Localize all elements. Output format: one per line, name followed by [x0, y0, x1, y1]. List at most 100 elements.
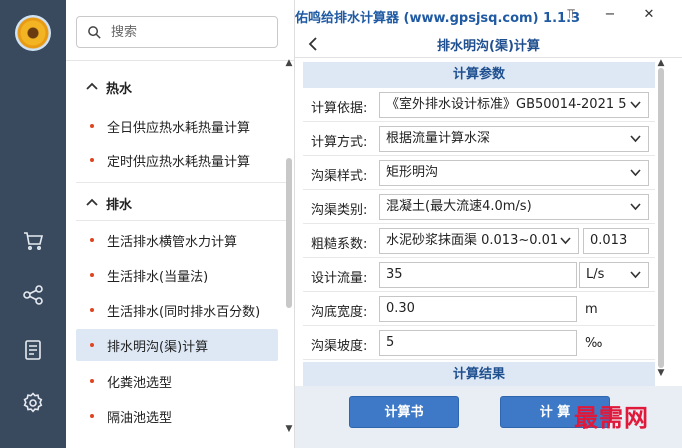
menu-item-label: 生活排水(当量法)	[107, 269, 209, 285]
menu-item-all-day-hot-water[interactable]: 全日供应热水耗热量计算	[76, 110, 278, 142]
menu-item-label: 全日供应热水耗热量计算	[107, 120, 251, 136]
nav-menu: 热水 全日供应热水耗热量计算 定时供应热水耗热量计算 排水 生活排水横管水力计算…	[66, 0, 295, 448]
menu-item-label: 化粪池选型	[107, 375, 173, 391]
document-icon[interactable]	[21, 338, 45, 362]
form-scrollbar[interactable]: ▲ ▼	[655, 58, 667, 378]
back-arrow-icon[interactable]	[307, 34, 325, 54]
bottom-width-input[interactable]: 0.30	[379, 296, 577, 322]
slope-unit: ‰	[585, 336, 603, 351]
chevron-down-icon	[630, 195, 642, 219]
report-button[interactable]: 计算书	[349, 396, 459, 428]
select-value: 水泥砂浆抹面渠 0.013~0.01	[386, 233, 559, 248]
chevron-down-icon	[630, 127, 642, 151]
chevron-down-icon	[630, 263, 642, 287]
bullet-dot	[90, 124, 94, 128]
scroll-down-arrow-icon[interactable]: ▼	[284, 424, 294, 434]
menu-item-grease-trap[interactable]: 隔油池选型	[76, 400, 278, 432]
menu-divider	[76, 220, 286, 221]
scroll-down-arrow-icon[interactable]: ▼	[655, 368, 667, 378]
scroll-up-arrow-icon[interactable]: ▲	[284, 58, 294, 68]
section-drainage[interactable]: 排水	[86, 192, 132, 214]
menu-item-label: 排水明沟(渠)计算	[107, 339, 209, 355]
scroll-up-arrow-icon[interactable]: ▲	[655, 58, 667, 68]
menu-item-timed-hot-water[interactable]: 定时供应热水耗热量计算	[76, 144, 278, 176]
bullet-dot	[90, 379, 94, 383]
menu-item-drainage-percentage[interactable]: 生活排水(同时排水百分数)	[76, 294, 278, 326]
menu-divider	[76, 182, 286, 183]
results-header: 计算结果	[303, 362, 655, 388]
close-button[interactable]: ✕	[639, 5, 659, 25]
search-input[interactable]	[111, 22, 271, 42]
roughness-select[interactable]: 水泥砂浆抹面渠 0.013~0.01	[379, 228, 579, 254]
field-label: 设计流量:	[311, 271, 368, 286]
basis-select[interactable]: 《室外排水设计标准》GB50014-2021 5	[379, 92, 649, 118]
row-style: 沟渠样式: 矩形明沟	[303, 156, 655, 190]
select-value: 混凝土(最大流速4.0m/s)	[386, 199, 532, 214]
select-value: 根据流量计算水深	[386, 131, 491, 146]
avatar[interactable]	[15, 15, 51, 51]
cart-icon[interactable]	[21, 228, 45, 252]
menu-item-label: 定时供应热水耗热量计算	[107, 154, 251, 170]
flow-unit-select[interactable]: L/s	[579, 262, 649, 288]
row-basis: 计算依据: 《室外排水设计标准》GB50014-2021 5	[303, 88, 655, 122]
row-method: 计算方式: 根据流量计算水深	[303, 122, 655, 156]
search-icon	[88, 26, 101, 39]
section-label: 热水	[106, 81, 133, 97]
row-slope: 沟渠坡度: 5 ‰	[303, 326, 655, 360]
menu-item-drainage-equivalent[interactable]: 生活排水(当量法)	[76, 259, 278, 291]
bullet-dot	[90, 238, 94, 242]
settings-icon[interactable]	[21, 391, 45, 415]
window-title: 佑鸣给排水计算器 (www.gpsjsq.com) 1.1.3	[295, 11, 581, 26]
menu-scrollbar[interactable]: ▲ ▼	[284, 58, 294, 436]
method-select[interactable]: 根据流量计算水深	[379, 126, 649, 152]
menu-item-septic-tank[interactable]: 化粪池选型	[76, 365, 278, 397]
row-flow: 设计流量: 35 L/s	[303, 258, 655, 292]
section-hot-water[interactable]: 热水	[86, 76, 132, 98]
section-label: 排水	[106, 197, 133, 213]
pin-button[interactable]: ⫪	[561, 5, 581, 25]
menu-separator	[66, 60, 294, 61]
field-label: 沟渠类别:	[311, 203, 368, 218]
menu-item-open-channel[interactable]: 排水明沟(渠)计算	[76, 329, 278, 361]
field-label: 沟渠坡度:	[311, 339, 368, 354]
slope-input[interactable]: 5	[379, 330, 577, 356]
minimize-button[interactable]: −	[600, 5, 620, 25]
search-box[interactable]	[76, 16, 278, 48]
menu-item-horizontal-drain-pipe[interactable]: 生活排水横管水力计算	[76, 224, 278, 256]
scroll-thumb[interactable]	[658, 68, 664, 368]
watermark: 最需网	[574, 403, 649, 432]
chevron-up-icon	[86, 197, 98, 209]
chevron-up-icon	[86, 81, 98, 93]
field-label: 粗糙系数:	[311, 237, 368, 252]
chevron-down-icon	[630, 161, 642, 185]
field-label: 计算依据:	[311, 101, 368, 116]
icon-rail	[0, 0, 66, 448]
bullet-dot	[90, 273, 94, 277]
roughness-input[interactable]: 0.013	[583, 228, 649, 254]
page-header: 排水明沟(渠)计算	[295, 30, 682, 58]
field-label: 沟底宽度:	[311, 305, 368, 320]
row-category: 沟渠类别: 混凝土(最大流速4.0m/s)	[303, 190, 655, 224]
bullet-dot	[90, 158, 94, 162]
select-value: 《室外排水设计标准》GB50014-2021 5	[386, 97, 627, 112]
flow-input[interactable]: 35	[379, 262, 577, 288]
width-unit: m	[585, 302, 598, 317]
bullet-dot	[90, 343, 94, 347]
bullet-dot	[90, 308, 94, 312]
menu-item-label: 生活排水横管水力计算	[107, 234, 238, 250]
field-label: 计算方式:	[311, 135, 368, 150]
select-value: 矩形明沟	[386, 165, 439, 180]
params-header: 计算参数	[303, 62, 655, 88]
scroll-thumb[interactable]	[286, 158, 292, 308]
channel-category-select[interactable]: 混凝土(最大流速4.0m/s)	[379, 194, 649, 220]
menu-item-label: 生活排水(同时排水百分数)	[107, 304, 261, 320]
calc-form: 计算参数 计算依据: 《室外排水设计标准》GB50014-2021 5 计算方式…	[303, 60, 655, 440]
page-title: 排水明沟(渠)计算	[437, 39, 540, 54]
chevron-down-icon	[630, 93, 642, 117]
bullet-dot	[90, 414, 94, 418]
share-icon[interactable]	[21, 283, 45, 307]
menu-item-label: 隔油池选型	[107, 410, 173, 426]
channel-style-select[interactable]: 矩形明沟	[379, 160, 649, 186]
window-titlebar: 佑鸣给排水计算器 (www.gpsjsq.com) 1.1.3 ⫪ − ✕	[295, 0, 682, 30]
chevron-down-icon	[560, 229, 572, 253]
